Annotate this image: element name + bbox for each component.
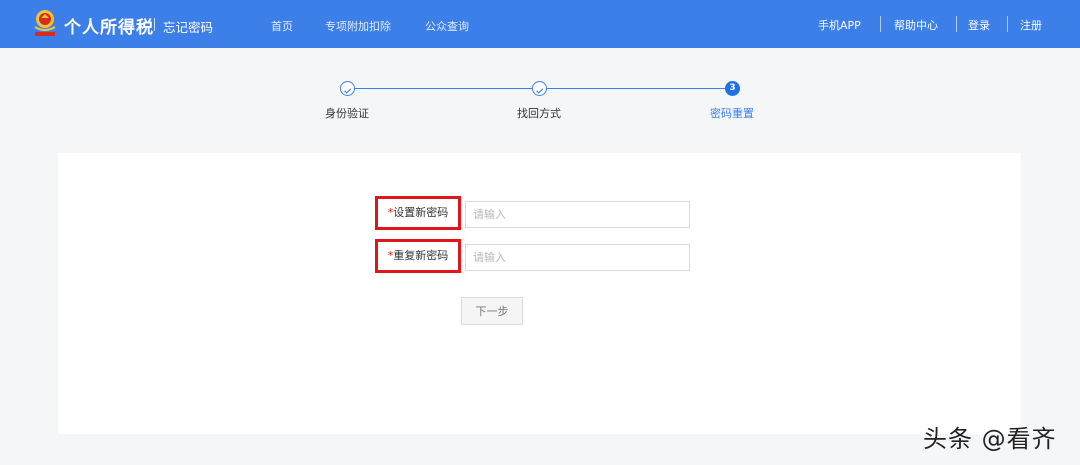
mobile-app-link[interactable]: 手机APP — [818, 17, 861, 33]
header-divider — [880, 16, 881, 32]
national-emblem-icon[interactable] — [30, 7, 60, 39]
repeat-password-label: *重复新密码 — [375, 239, 461, 273]
step-connector — [547, 88, 725, 89]
register-link[interactable]: 注册 — [1020, 17, 1042, 33]
step-3-label: 密码重置 — [710, 107, 754, 120]
page-title: 忘记密码 — [163, 20, 214, 35]
header-divider — [1007, 16, 1008, 32]
reset-password-card — [58, 153, 1021, 434]
next-step-button[interactable]: 下一步 — [461, 297, 523, 325]
nav-public-query[interactable]: 公众查询 — [425, 18, 469, 34]
step-3-number: 3 — [725, 81, 740, 96]
new-password-input[interactable] — [465, 201, 690, 228]
step-2-check-icon — [532, 81, 547, 96]
help-center-link[interactable]: 帮助中心 — [894, 17, 938, 33]
step-2-label: 找回方式 — [517, 107, 561, 120]
step-connector — [355, 88, 532, 89]
watermark-text: 头条 @看齐 — [923, 425, 1057, 453]
step-1-check-icon — [340, 81, 355, 96]
repeat-password-input[interactable] — [465, 244, 690, 271]
new-password-label: *设置新密码 — [375, 196, 461, 230]
app-title: 个人所得税 — [64, 18, 154, 38]
new-password-label-text: 设置新密码 — [393, 206, 449, 219]
login-link[interactable]: 登录 — [968, 17, 990, 33]
title-divider — [154, 18, 155, 31]
header-divider — [956, 16, 957, 32]
top-header: 个人所得税 忘记密码 首页 专项附加扣除 公众查询 手机APP 帮助中心 登录 … — [0, 0, 1080, 48]
nav-special-deduction[interactable]: 专项附加扣除 — [325, 18, 391, 34]
repeat-password-label-text: 重复新密码 — [393, 249, 449, 262]
nav-home[interactable]: 首页 — [271, 18, 293, 34]
step-1-label: 身份验证 — [325, 107, 369, 120]
